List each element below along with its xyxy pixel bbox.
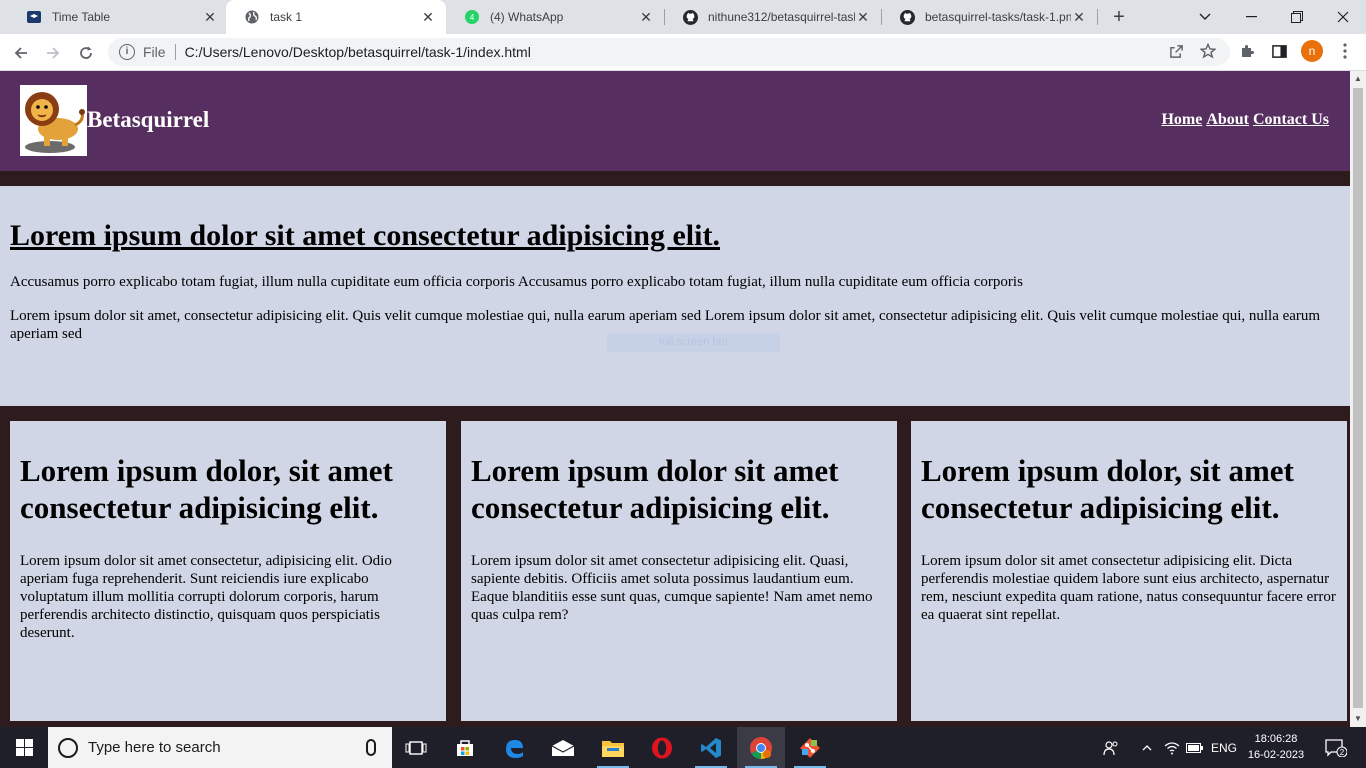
full-screen-button[interactable]: full screen btn [607, 333, 780, 352]
language-indicator[interactable]: ENG [1208, 727, 1240, 768]
tab-time-table[interactable]: Time Table ✕ [8, 0, 228, 34]
notification-center-icon[interactable]: 2 [1318, 727, 1354, 768]
wifi-icon[interactable] [1160, 727, 1184, 768]
nav-link-contact[interactable]: Contact Us [1253, 111, 1329, 129]
close-tab-icon[interactable]: ✕ [855, 9, 871, 25]
tab-title: task 1 [270, 10, 303, 24]
site-header: Betasquirrel Home About Contact Us [0, 71, 1350, 171]
windows-start-icon[interactable] [0, 727, 48, 768]
classroom-icon [26, 9, 42, 25]
tab-separator [1097, 9, 1098, 25]
feature-card: Lorem ipsum dolor, sit amet consectetur … [911, 421, 1347, 721]
github-icon [682, 9, 698, 25]
mail-icon[interactable] [539, 727, 587, 768]
clock-time: 18:06:28 [1254, 733, 1298, 745]
task-view-icon[interactable] [392, 727, 440, 768]
scrollbar-thumb[interactable] [1353, 88, 1363, 708]
url-scheme: File [143, 44, 166, 60]
tab-title: (4) WhatsApp [490, 10, 564, 24]
system-clock[interactable]: 18:06:28 16-02-2023 [1244, 731, 1308, 763]
windows-taskbar: Type here to search ENG 18:06:28 16-02-2… [0, 727, 1366, 768]
tab-whatsapp[interactable]: 4 (4) WhatsApp ✕ [446, 0, 664, 34]
nav-link-home[interactable]: Home [1161, 111, 1202, 129]
info-icon[interactable]: i [119, 44, 135, 60]
store-icon[interactable] [441, 727, 489, 768]
tab-strip: Time Table ✕ task 1 ✕ 4 (4) WhatsApp ✕ n… [0, 0, 1366, 34]
opera-icon[interactable] [638, 727, 686, 768]
close-window-button[interactable] [1320, 0, 1366, 34]
nav-link-about[interactable]: About [1206, 111, 1249, 129]
tab-task-1[interactable]: task 1 ✕ [226, 0, 446, 34]
feature-card: Lorem ipsum dolor, sit amet consectetur … [10, 421, 446, 721]
chrome-icon[interactable] [737, 727, 785, 768]
globe-icon [244, 9, 260, 25]
search-placeholder: Type here to search [88, 739, 221, 756]
site-brand-name[interactable]: Betasquirrel [87, 107, 209, 133]
feature-card: Lorem ipsum dolor sit amet consectetur a… [461, 421, 897, 721]
tab-title: betasquirrel-tasks/task-1.png [925, 10, 1071, 24]
scroll-down-arrow-icon[interactable]: ▼ [1350, 711, 1366, 727]
reload-button[interactable] [72, 39, 100, 67]
tray-chevron-up-icon[interactable] [1136, 727, 1158, 768]
tab-github-file[interactable]: betasquirrel-tasks/task-1.png ✕ [881, 0, 1097, 34]
microphone-icon[interactable] [366, 739, 376, 756]
clock-date: 16-02-2023 [1247, 749, 1305, 761]
vscode-icon[interactable] [687, 727, 735, 768]
tab-search-chevron-icon[interactable] [1182, 0, 1228, 34]
card-body: Lorem ipsum dolor sit amet consectetur a… [921, 553, 1336, 623]
close-tab-icon[interactable]: ✕ [420, 9, 436, 25]
web-page: Betasquirrel Home About Contact Us Lorem… [0, 71, 1350, 727]
taskbar-search-box[interactable]: Type here to search [48, 727, 392, 768]
side-panel-icon[interactable] [1269, 41, 1289, 61]
hero-paragraph-1: Accusamus porro explicabo totam fugiat, … [10, 274, 1023, 290]
hero-heading: Lorem ipsum dolor sit amet consectetur a… [10, 219, 720, 252]
bookmark-star-icon[interactable] [1198, 41, 1218, 61]
scroll-up-arrow-icon[interactable]: ▲ [1350, 71, 1366, 87]
profile-avatar[interactable]: n [1301, 40, 1323, 62]
site-nav: Home About Contact Us [1161, 111, 1329, 129]
notification-count: 2 [1340, 748, 1345, 757]
tab-github-repo[interactable]: nithune312/betasquirrel-task ✕ [664, 0, 881, 34]
git-icon[interactable] [786, 727, 834, 768]
hero-section: Lorem ipsum dolor sit amet consectetur a… [0, 186, 1350, 406]
address-bar[interactable]: i File C:/Users/Lenovo/Desktop/betasquir… [108, 38, 1230, 66]
people-icon[interactable] [1098, 727, 1124, 768]
tab-title: Time Table [52, 10, 111, 24]
close-tab-icon[interactable]: ✕ [1071, 9, 1087, 25]
browser-toolbar: i File C:/Users/Lenovo/Desktop/betasquir… [0, 34, 1366, 71]
menu-kebab-icon[interactable] [1335, 41, 1355, 61]
file-explorer-icon[interactable] [589, 727, 637, 768]
battery-icon[interactable] [1184, 727, 1206, 768]
new-tab-button[interactable]: + [1108, 7, 1130, 27]
forward-button[interactable] [39, 39, 67, 67]
card-heading: Lorem ipsum dolor sit amet consectetur a… [471, 453, 839, 525]
whatsapp-icon: 4 [464, 9, 480, 25]
page-scrollbar[interactable]: ▲ ▼ [1350, 71, 1366, 727]
edge-icon[interactable] [490, 727, 538, 768]
github-icon [899, 9, 915, 25]
card-body: Lorem ipsum dolor sit amet consectetur a… [471, 553, 873, 623]
tab-title: nithune312/betasquirrel-task [708, 10, 855, 24]
back-button[interactable] [7, 39, 35, 67]
extensions-icon[interactable] [1237, 41, 1257, 61]
close-tab-icon[interactable]: ✕ [638, 9, 654, 25]
minimize-button[interactable] [1228, 0, 1274, 34]
card-body: Lorem ipsum dolor sit amet consectetur, … [20, 553, 392, 641]
card-heading: Lorem ipsum dolor, sit amet consectetur … [921, 453, 1294, 525]
url-text[interactable]: C:/Users/Lenovo/Desktop/betasquirrel/tas… [185, 44, 531, 60]
divider [174, 44, 176, 60]
restore-button[interactable] [1274, 0, 1320, 34]
search-icon [58, 737, 78, 758]
lion-logo[interactable] [20, 85, 87, 156]
svg-text:4: 4 [470, 13, 475, 22]
share-icon[interactable] [1166, 41, 1186, 61]
close-tab-icon[interactable]: ✕ [202, 9, 218, 25]
card-heading: Lorem ipsum dolor, sit amet consectetur … [20, 453, 393, 525]
